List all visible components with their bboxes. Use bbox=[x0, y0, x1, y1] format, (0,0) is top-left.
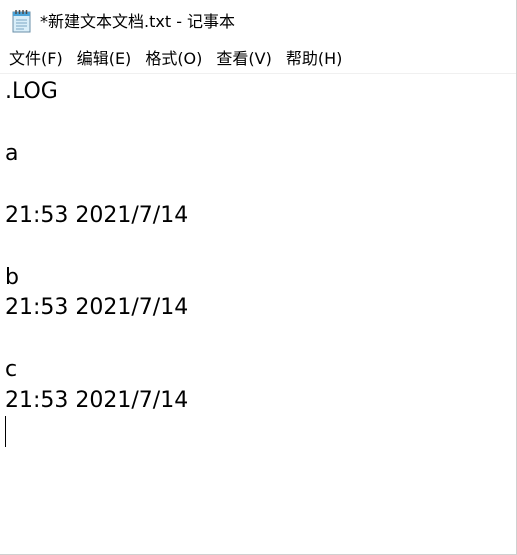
menu-format[interactable]: 格式(O) bbox=[138, 46, 209, 72]
notepad-icon bbox=[12, 10, 31, 33]
window-title: *新建文本文档.txt - 记事本 bbox=[40, 12, 236, 31]
editor-line: c bbox=[5, 357, 18, 382]
editor-line: 21:53 2021/7/14 bbox=[5, 295, 189, 320]
title-bar[interactable]: *新建文本文档.txt - 记事本 bbox=[0, 0, 516, 42]
menu-bar: 文件(F) 编辑(E) 格式(O) 查看(V) 帮助(H) bbox=[0, 46, 516, 72]
text-caret bbox=[5, 416, 6, 447]
notepad-window: *新建文本文档.txt - 记事本 文件(F) 编辑(E) 格式(O) 查看(V… bbox=[0, 0, 517, 555]
menu-help[interactable]: 帮助(H) bbox=[279, 46, 350, 72]
menu-file[interactable]: 文件(F) bbox=[2, 46, 70, 72]
editor-line: .LOG bbox=[5, 79, 58, 104]
text-editor-area[interactable]: .LOG a 21:53 2021/7/14 b 21:53 2021/7/14… bbox=[0, 74, 516, 554]
menu-view[interactable]: 查看(V) bbox=[209, 46, 278, 72]
editor-line: a bbox=[5, 141, 19, 166]
menu-edit[interactable]: 编辑(E) bbox=[70, 46, 139, 72]
editor-line: 21:53 2021/7/14 bbox=[5, 203, 189, 228]
editor-line: b bbox=[5, 265, 19, 290]
editor-line: 21:53 2021/7/14 bbox=[5, 388, 189, 413]
